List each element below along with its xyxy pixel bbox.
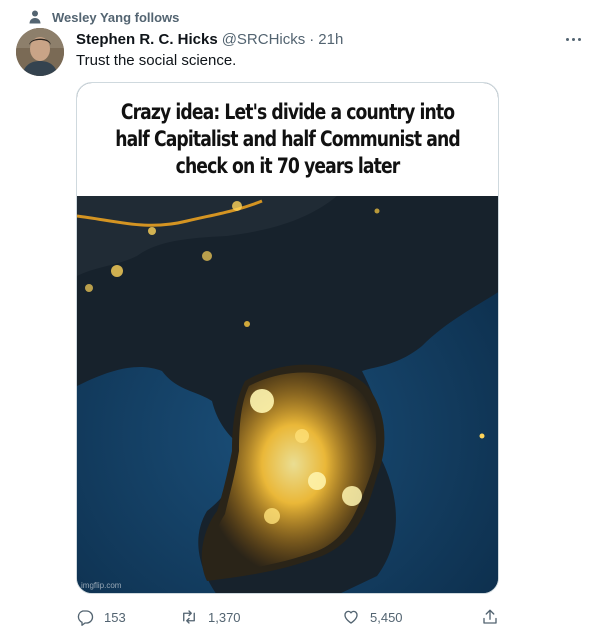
author-display-name[interactable]: Stephen R. C. Hicks	[76, 31, 218, 48]
retweet-count: 1,370	[208, 609, 241, 625]
retweet-button[interactable]: 1,370	[180, 604, 241, 630]
share-button[interactable]	[481, 604, 499, 630]
avatar[interactable]	[16, 28, 64, 76]
heart-icon	[344, 610, 358, 624]
more-icon-dot	[577, 37, 581, 41]
header-separator: ·	[309, 30, 315, 48]
korea-night-satellite-map	[77, 196, 498, 593]
like-count: 5,450	[370, 609, 403, 625]
reply-icon	[77, 610, 94, 626]
meme-caption: Crazy idea: Let's divide a country into …	[115, 100, 460, 178]
reply-count: 153	[104, 609, 126, 625]
share-icon	[483, 609, 497, 624]
person-icon	[29, 10, 41, 24]
tweet-text: Trust the social science.	[76, 52, 237, 69]
social-context[interactable]: Wesley Yang follows	[29, 8, 180, 26]
more-icon-dot	[571, 37, 575, 41]
tweet-timestamp[interactable]: 21h	[318, 31, 343, 48]
tweet-header: Stephen R. C. Hicks @SRCHicks · 21h	[76, 29, 558, 49]
author-handle[interactable]: @SRCHicks	[222, 31, 306, 48]
reply-button[interactable]: 153	[76, 604, 126, 630]
tweet-media-image[interactable]: Crazy idea: Let's divide a country into …	[76, 82, 499, 594]
more-icon-dot	[565, 37, 569, 41]
like-button[interactable]: 5,450	[342, 604, 403, 630]
social-context-text: Wesley Yang follows	[52, 9, 180, 25]
meme-caption-panel: Crazy idea: Let's divide a country into …	[77, 83, 498, 196]
tweet-actions-bar: 153 1,370 5,450	[76, 604, 510, 630]
retweet-icon	[183, 610, 195, 624]
imgflip-watermark: imgflip.com	[81, 581, 122, 590]
more-options-button[interactable]	[562, 30, 584, 48]
